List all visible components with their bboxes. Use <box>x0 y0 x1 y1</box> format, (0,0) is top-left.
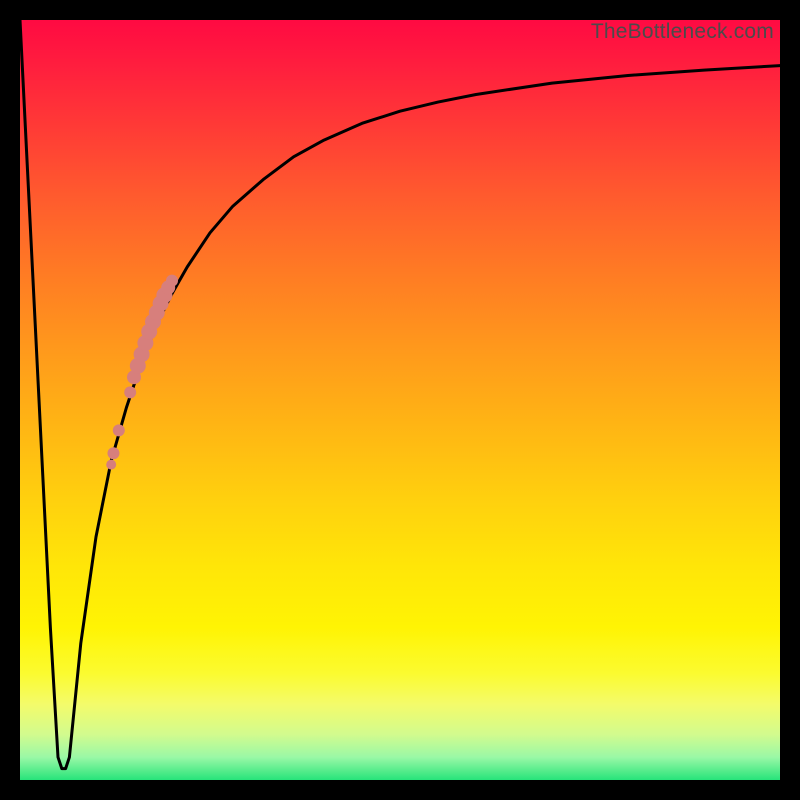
data-marker <box>124 386 136 398</box>
chart-frame: TheBottleneck.com <box>0 0 800 800</box>
data-marker <box>166 275 178 287</box>
plot-area: TheBottleneck.com <box>20 20 780 780</box>
data-marker <box>106 460 116 470</box>
curve-layer <box>20 20 780 780</box>
data-marker <box>113 424 125 436</box>
data-marker <box>107 447 119 459</box>
